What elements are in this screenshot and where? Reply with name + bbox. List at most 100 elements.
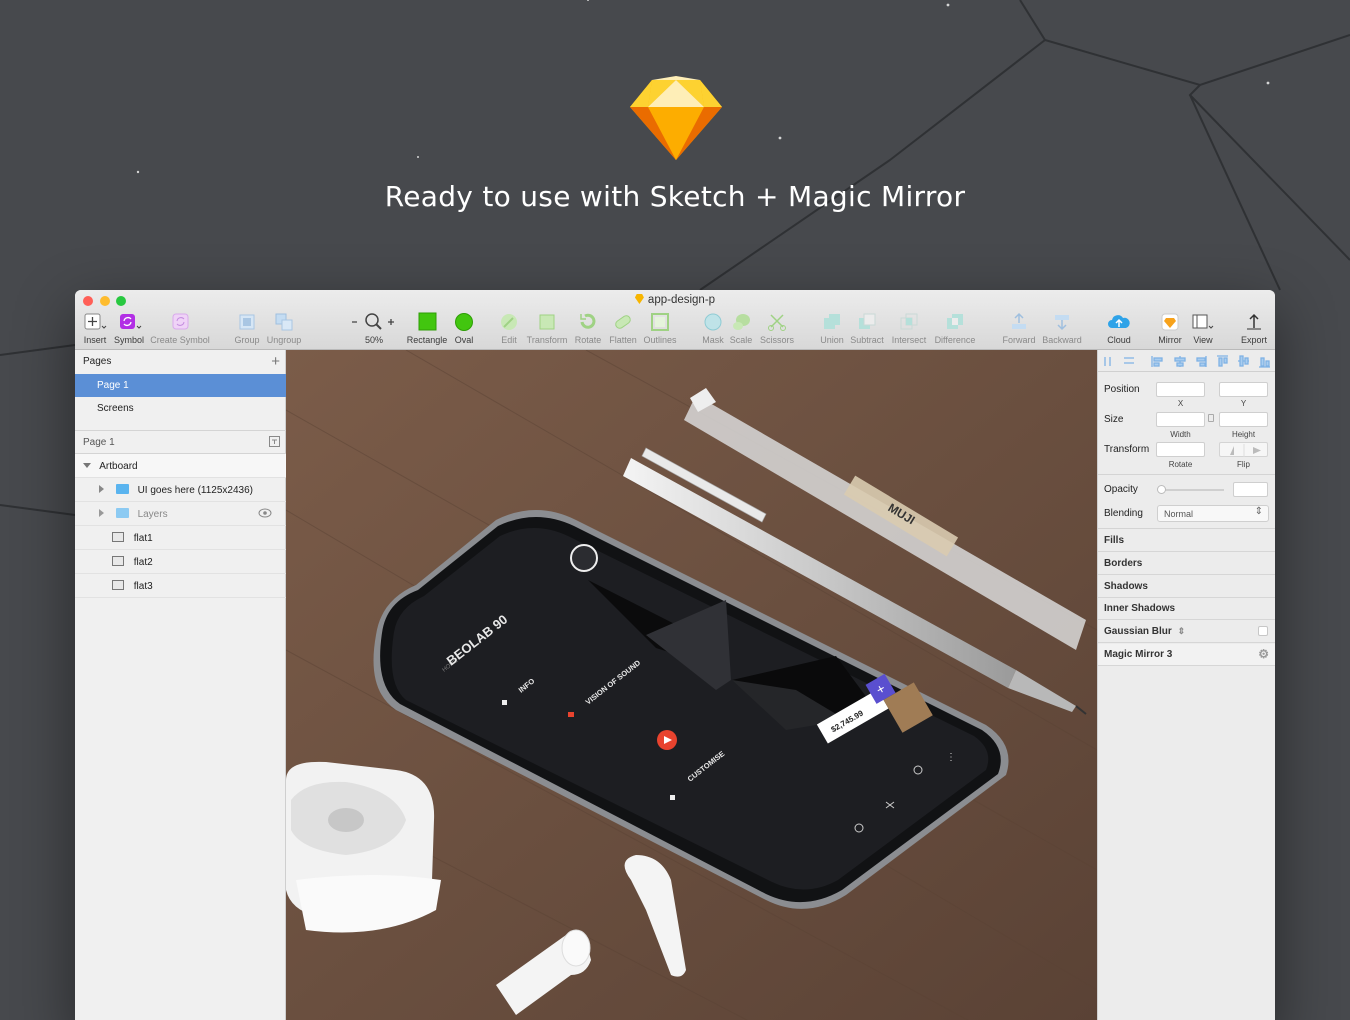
layer-label: flat1 (133, 533, 153, 544)
design-canvas[interactable]: MUJI + $2,745.99 HOME BEOLAB 90 INFO VIS… (286, 350, 1097, 1020)
toolbar-ungroup[interactable]: Ungroup (265, 312, 303, 345)
collapse-layers-icon[interactable] (269, 436, 280, 447)
flip-icons (1230, 444, 1261, 457)
toolbar-edit[interactable]: Edit (498, 312, 520, 345)
mask-icon (704, 313, 722, 331)
disclosure-closed-icon[interactable] (99, 485, 104, 493)
width-field[interactable] (1156, 412, 1205, 427)
section-fills[interactable]: Fills (1098, 530, 1275, 552)
layer-flat3[interactable]: flat3 (75, 574, 286, 597)
subtract-icon (859, 313, 876, 329)
section-shadows[interactable]: Shadows (1098, 576, 1275, 598)
disclosure-open-icon[interactable] (83, 463, 91, 468)
image-layer-icon (112, 580, 124, 590)
layer-label: flat3 (133, 581, 153, 592)
toolbar-insert[interactable]: Insert (81, 312, 109, 345)
page-item-label: Screens (97, 403, 134, 414)
toolbar-cloud[interactable]: Cloud (1105, 312, 1133, 345)
image-layer-icon (112, 556, 124, 566)
position-label: Position (1104, 384, 1140, 395)
layer-flat2[interactable]: flat2 (75, 550, 286, 573)
blending-select[interactable]: Normal ⇕ (1157, 505, 1269, 522)
inspector-panel: Position X Y Size Width Height Transform… (1097, 350, 1275, 1020)
airpods-case (286, 761, 441, 933)
toolbar-label: Flatten (609, 335, 637, 345)
toolbar-subtract[interactable]: Subtract (849, 312, 885, 345)
divider (1098, 474, 1275, 475)
section-label: Gaussian Blur (1104, 626, 1172, 637)
ungroup-icon (275, 313, 293, 331)
distribute-vertical-icon (1124, 357, 1134, 364)
section-gaussian-blur[interactable]: Gaussian Blur ⇕ (1098, 621, 1275, 643)
page-item-screens[interactable]: Screens (75, 397, 286, 420)
toolbar-mask[interactable]: Mask (701, 312, 725, 345)
toolbar-mirror[interactable]: Mirror (1155, 312, 1185, 345)
toolbar-forward[interactable]: Forward (1001, 312, 1037, 345)
layer-ui-goes-here[interactable]: UI goes here (1125x2436) (75, 478, 286, 501)
blending-value: Normal (1164, 509, 1194, 519)
toolbar-union[interactable]: Union (818, 312, 846, 345)
toolbar-label: Scissors (759, 335, 794, 345)
toolbar-label: Backward (1042, 335, 1082, 345)
width-label: Width (1170, 430, 1191, 439)
toolbar-difference[interactable]: Difference (933, 312, 977, 345)
toolbar-zoom[interactable]: 50% (349, 312, 399, 345)
layer-artboard[interactable]: Artboard (75, 454, 286, 477)
section-borders[interactable]: Borders (1098, 553, 1275, 575)
layer-layers[interactable]: Layers (75, 502, 286, 525)
toolbar-flatten[interactable]: Flatten (607, 312, 639, 345)
backward-icon (1055, 315, 1069, 331)
toolbar-label: Edit (501, 335, 517, 345)
position-y-field[interactable] (1219, 382, 1268, 397)
toolbar-label: Mask (702, 335, 724, 345)
toolbar-scissors[interactable]: Scissors (759, 312, 795, 345)
flip-buttons[interactable] (1219, 442, 1268, 457)
toolbar-rotate[interactable]: Rotate (573, 312, 603, 345)
page-item-page-1[interactable]: Page 1 (75, 374, 286, 397)
opacity-label: Opacity (1104, 484, 1138, 495)
section-label: Inner Shadows (1104, 603, 1176, 614)
add-page-icon[interactable]: + (271, 353, 280, 370)
visibility-eye-icon[interactable] (258, 508, 272, 518)
toolbar-transform[interactable]: Transform (525, 312, 569, 345)
layer-label: Layers (137, 509, 168, 520)
symbol-icon (120, 314, 142, 329)
toolbar-label: Create Symbol (150, 335, 210, 345)
plus-icon (84, 313, 107, 330)
rotate-field[interactable] (1156, 442, 1205, 457)
toolbar-export[interactable]: Export (1239, 312, 1269, 345)
toolbar-intersect[interactable]: Intersect (890, 312, 928, 345)
opacity-slider[interactable] (1160, 489, 1224, 491)
document-icon (634, 294, 644, 304)
difference-icon (947, 314, 963, 329)
toolbar-oval[interactable]: Oval (452, 312, 476, 345)
position-x-field[interactable] (1156, 382, 1205, 397)
toolbar-label: Union (820, 335, 844, 345)
toolbar-view[interactable]: View (1188, 312, 1218, 345)
section-inner-shadows[interactable]: Inner Shadows (1098, 598, 1275, 620)
toolbar-create-symbol[interactable]: Create Symbol (149, 312, 211, 345)
divider (1098, 528, 1275, 529)
toolbar-label: Ungroup (266, 335, 302, 345)
layer-flat1[interactable]: flat1 (75, 526, 286, 549)
gear-icon[interactable]: ⚙ (1258, 647, 1269, 661)
lock-ratio-icon[interactable] (1208, 414, 1214, 422)
toolbar-label: Difference (934, 335, 976, 345)
opacity-slider-knob[interactable] (1157, 485, 1166, 494)
gaussian-blur-checkbox[interactable] (1258, 626, 1268, 636)
section-magic-mirror[interactable]: Magic Mirror 3 ⚙ (1098, 644, 1275, 666)
chevron-updown-icon[interactable]: ⇕ (1178, 626, 1186, 636)
toolbar-symbol[interactable]: Symbol (113, 312, 145, 345)
sketch-window: app-design-p Insert Symbol Create Symbol… (75, 290, 1275, 1020)
toolbar-label: Subtract (850, 335, 884, 345)
toolbar-scale[interactable]: Scale (729, 312, 753, 345)
toolbar-rectangle[interactable]: Rectangle (405, 312, 449, 345)
opacity-field[interactable] (1233, 482, 1268, 497)
toolbar-group[interactable]: Group (233, 312, 261, 345)
height-field[interactable] (1219, 412, 1268, 427)
toolbar-outlines[interactable]: Outlines (642, 312, 678, 345)
toolbar-backward[interactable]: Backward (1041, 312, 1083, 345)
disclosure-closed-icon[interactable] (99, 509, 104, 517)
toolbar-label: Rotate (574, 335, 602, 345)
folder-icon (115, 484, 129, 494)
